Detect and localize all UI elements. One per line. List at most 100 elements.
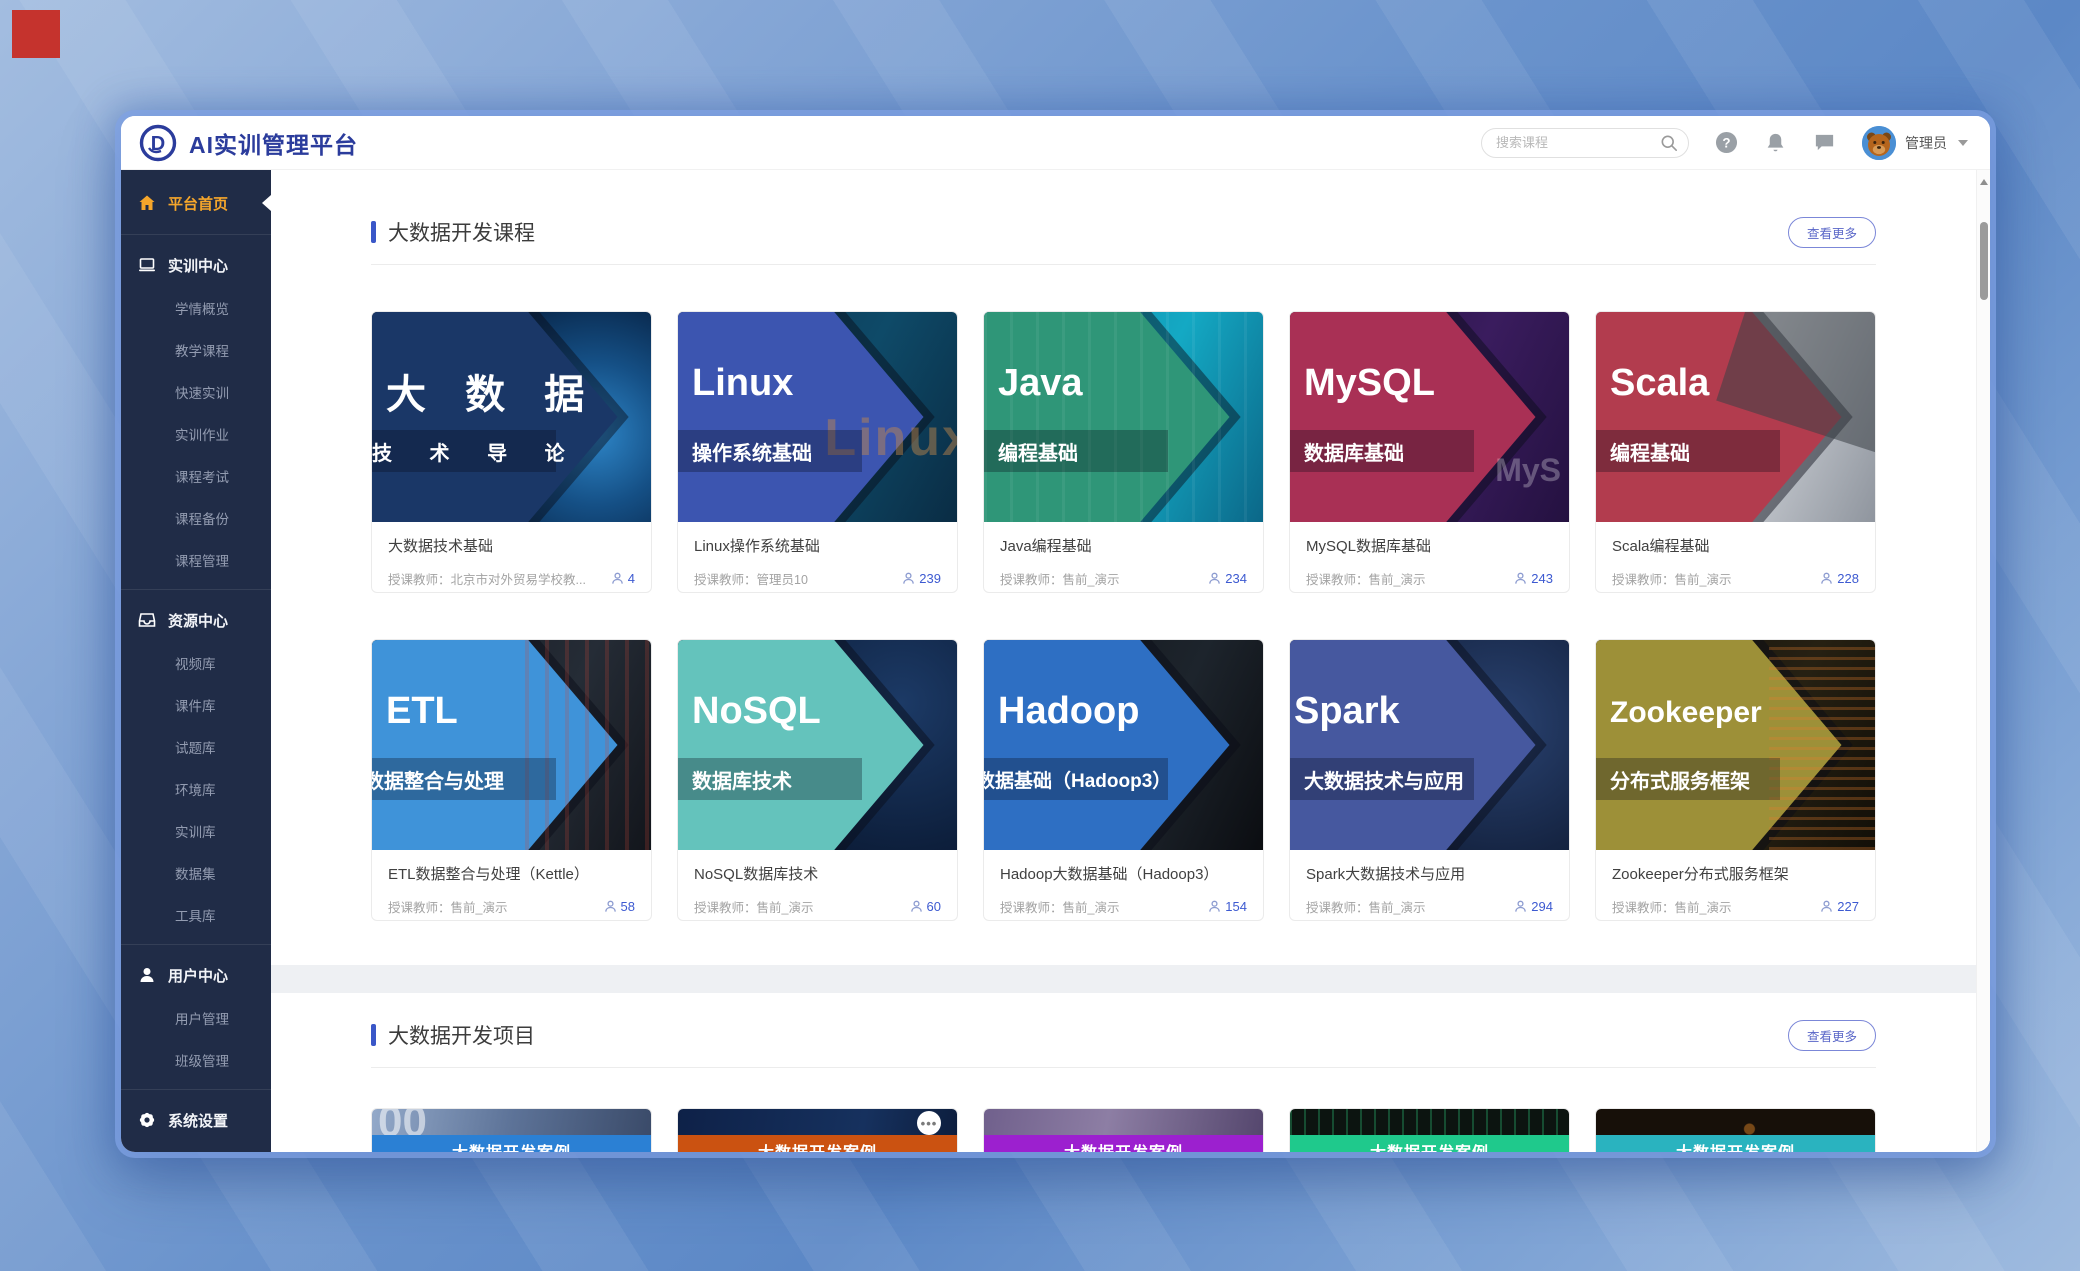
project-cover: 大数据开发案例 (984, 1109, 1263, 1152)
sidebar-section-label: 资源中心 (168, 610, 228, 631)
sidebar-item[interactable]: 环境库 (121, 768, 271, 810)
scrollbar[interactable] (1976, 170, 1990, 1152)
student-count: 154 (1208, 899, 1247, 914)
sidebar-item[interactable]: 工具库 (121, 894, 271, 936)
active-item-marker (262, 195, 271, 211)
student-count: 239 (902, 571, 941, 586)
project-grid: 大数据开发案例 ••• 大数据开发案例 大数据开发案例 (371, 1108, 1876, 1152)
course-card[interactable]: 大 数 据 技 术 导 论 大数据技术基础 授课教师：北京市对外贸易学校教...… (371, 311, 652, 593)
course-teacher: 授课教师：售前_演示 (1612, 569, 1812, 588)
gear-icon (138, 1111, 156, 1129)
course-card[interactable]: Linux Linux 操作系统基础 Linux操作系统基础 授课教师：管理员1… (677, 311, 958, 593)
sidebar-item-home[interactable]: 平台首页 (121, 180, 271, 226)
course-title: Spark大数据技术与应用 (1306, 863, 1553, 884)
course-cover: ETL 数据整合与处理 (372, 640, 651, 850)
section-accent-bar (371, 1024, 376, 1046)
main-content: 大数据开发课程 查看更多 大 数 据 技 术 导 论 (271, 170, 1990, 1152)
sidebar-item[interactable]: 课件库 (121, 684, 271, 726)
user-name[interactable]: 管理员 (1905, 133, 1947, 153)
view-more-button[interactable]: 查看更多 (1788, 1020, 1876, 1051)
sidebar-section-training-center[interactable]: 实训中心 (121, 243, 271, 287)
course-teacher: 授课教师：管理员10 (694, 569, 894, 588)
person-icon (902, 572, 915, 585)
bell-icon[interactable] (1764, 131, 1787, 154)
course-title: Hadoop大数据基础（Hadoop3） (1000, 863, 1247, 884)
course-card[interactable]: MyS MySQL 数据库基础 MySQL数据库基础 授课教师：售前_演示 (1289, 311, 1570, 593)
help-icon[interactable]: ? (1715, 131, 1738, 154)
sidebar-item[interactable]: 学情概览 (121, 287, 271, 329)
search-icon[interactable] (1660, 134, 1678, 152)
course-card[interactable]: NoSQL 数据库技术 NoSQL数据库技术 授课教师：售前_演示 60 (677, 639, 958, 921)
scroll-up-arrow-icon[interactable] (1980, 179, 1988, 185)
project-cover: 大数据开发案例 (1596, 1109, 1875, 1152)
chevron-down-icon (1958, 140, 1968, 146)
sidebar-item[interactable]: 教学课程 (121, 329, 271, 371)
course-card[interactable]: Hadoop 数据基础（Hadoop3） Hadoop大数据基础（Hadoop3… (983, 639, 1264, 921)
sidebar: 平台首页 实训中心 学情概览 教学课程 快速实训 实训作业 课程考试 课程备份 … (121, 170, 271, 1152)
scrollbar-thumb[interactable] (1980, 222, 1988, 300)
project-card[interactable]: 大数据开发案例 (1289, 1108, 1570, 1152)
sidebar-item[interactable]: 班级管理 (121, 1039, 271, 1081)
section-title: 大数据开发项目 (388, 1020, 535, 1050)
course-card[interactable]: Java 编程基础 Java编程基础 授课教师：售前_演示 234 (983, 311, 1264, 593)
sidebar-divider (121, 589, 271, 590)
sidebar-section-label: 系统设置 (168, 1110, 228, 1131)
course-card[interactable]: Spark 大数据技术与应用 Spark大数据技术与应用 授课教师：售前_演示 … (1289, 639, 1570, 921)
course-teacher: 授课教师：售前_演示 (1000, 897, 1200, 916)
ellipsis-icon: ••• (917, 1111, 941, 1135)
sidebar-item[interactable]: 课程备份 (121, 497, 271, 539)
student-count: 243 (1514, 571, 1553, 586)
app-title: AI实训管理平台 (189, 126, 358, 160)
course-title: 大数据技术基础 (388, 535, 635, 556)
sidebar-item-label: 平台首页 (168, 193, 228, 214)
section-gap-band (271, 965, 1976, 993)
sidebar-item[interactable]: 实训库 (121, 810, 271, 852)
view-more-button[interactable]: 查看更多 (1788, 217, 1876, 248)
project-card[interactable]: 大数据开发案例 (1595, 1108, 1876, 1152)
course-cover: Linux Linux 操作系统基础 (678, 312, 957, 522)
course-title: NoSQL数据库技术 (694, 863, 941, 884)
project-banner: 大数据开发案例 (1596, 1135, 1875, 1152)
course-cover: Spark 大数据技术与应用 (1290, 640, 1569, 850)
sidebar-item[interactable]: 实训作业 (121, 413, 271, 455)
sidebar-section-resource-center[interactable]: 资源中心 (121, 598, 271, 642)
project-card[interactable]: ••• 大数据开发案例 (677, 1108, 958, 1152)
student-count: 234 (1208, 571, 1247, 586)
course-cover: 大 数 据 技 术 导 论 (372, 312, 651, 522)
sidebar-section-label: 实训中心 (168, 255, 228, 276)
sidebar-item[interactable]: 用户管理 (121, 997, 271, 1039)
person-icon (1514, 900, 1527, 913)
sidebar-section-user-center[interactable]: 用户中心 (121, 953, 271, 997)
sidebar-section-label: 用户中心 (168, 965, 228, 986)
chat-icon[interactable] (1813, 131, 1836, 154)
course-teacher: 授课教师：售前_演示 (1612, 897, 1812, 916)
sidebar-divider (121, 1089, 271, 1090)
project-cover: 大数据开发案例 (1290, 1109, 1569, 1152)
avatar[interactable] (1862, 126, 1896, 160)
student-count: 60 (910, 899, 941, 914)
section-projects: 大数据开发项目 查看更多 大数据开发案例 ••• (271, 993, 1976, 1152)
sidebar-item[interactable]: 视频库 (121, 642, 271, 684)
course-card[interactable]: Scala 编程基础 Scala编程基础 授课教师：售前_演示 228 (1595, 311, 1876, 593)
course-title: Java编程基础 (1000, 535, 1247, 556)
course-card[interactable]: Zookeeper 分布式服务框架 Zookeeper分布式服务框架 授课教师：… (1595, 639, 1876, 921)
project-card[interactable]: 大数据开发案例 (983, 1108, 1264, 1152)
project-banner: 大数据开发案例 (372, 1135, 651, 1152)
course-title: ETL数据整合与处理（Kettle） (388, 863, 635, 884)
user-menu[interactable]: 管理员 (1862, 126, 1968, 160)
svg-text:?: ? (1722, 135, 1730, 150)
project-card[interactable]: 大数据开发案例 (371, 1108, 652, 1152)
course-card[interactable]: ETL 数据整合与处理 ETL数据整合与处理（Kettle） 授课教师：售前_演… (371, 639, 652, 921)
section-title: 大数据开发课程 (388, 217, 535, 247)
search-input[interactable] (1496, 135, 1660, 150)
sidebar-item[interactable]: 试题库 (121, 726, 271, 768)
search-box[interactable] (1481, 128, 1689, 158)
sidebar-section-system-settings[interactable]: 系统设置 (121, 1098, 271, 1142)
sidebar-item[interactable]: 快速实训 (121, 371, 271, 413)
sidebar-item[interactable]: 课程考试 (121, 455, 271, 497)
sidebar-item[interactable]: 数据集 (121, 852, 271, 894)
project-cover: 大数据开发案例 (372, 1109, 651, 1152)
course-teacher: 授课教师：售前_演示 (388, 897, 596, 916)
sidebar-item[interactable]: 课程管理 (121, 539, 271, 581)
sidebar-divider (121, 234, 271, 235)
